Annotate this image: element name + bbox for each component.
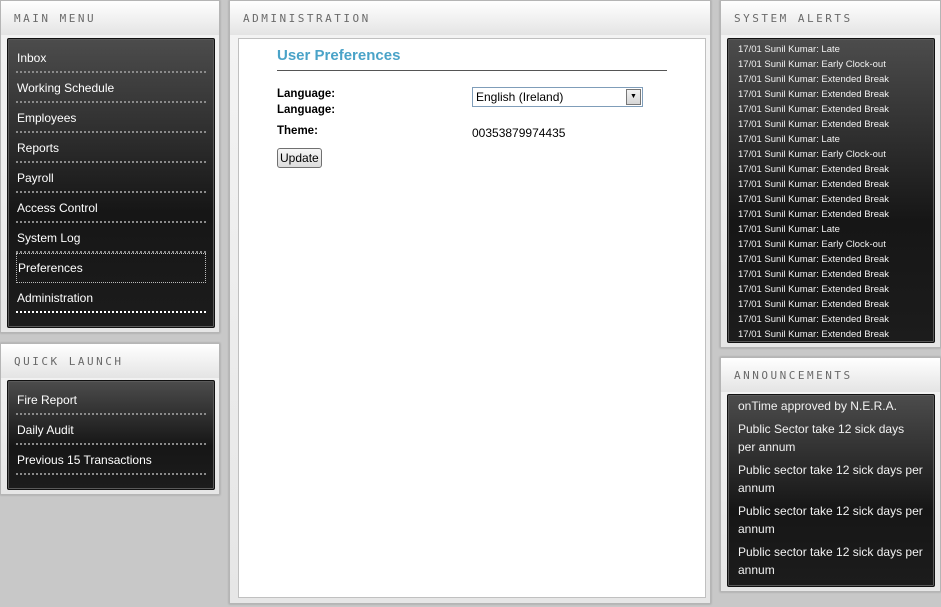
quick-launch-daily-audit[interactable]: Daily Audit	[16, 415, 206, 445]
menu-item-access-control[interactable]: Access Control	[16, 193, 206, 223]
alert-item: 17/01 Sunil Kumar: Extended Break	[738, 194, 890, 205]
menu-item-preferences[interactable]: Preferences	[16, 253, 206, 283]
quick-launch-panel: Quick Launch Fire Report Daily Audit Pre…	[0, 343, 220, 495]
main-menu-list: Inbox Working Schedule Employees Reports…	[8, 39, 214, 313]
alert-item: 17/01 Sunil Kumar: Early Clock-out	[738, 239, 886, 250]
administration-panel: Administration User Preferences Language…	[229, 0, 711, 604]
page-title: User Preferences	[277, 47, 401, 64]
alert-item: 17/01 Sunil Kumar: Extended Break	[738, 209, 890, 220]
menu-item-payroll[interactable]: Payroll	[16, 163, 206, 193]
main-menu-panel: Main Menu Inbox Working Schedule Employe…	[0, 0, 220, 333]
alert-item: 17/01 Sunil Kumar: Extended Break	[738, 269, 890, 280]
announcement-item: Public sector take 12 sick days per annu…	[738, 463, 923, 495]
quick-launch-previous-transactions[interactable]: Previous 15 Transactions	[16, 445, 206, 475]
alert-item: 17/01 Sunil Kumar: Late	[738, 44, 840, 55]
alert-item: 17/01 Sunil Kumar: Extended Break	[738, 179, 890, 190]
main-menu-box: Inbox Working Schedule Employees Reports…	[7, 38, 215, 328]
alert-item: 17/01 Sunil Kumar: Extended Break	[738, 104, 890, 115]
system-alerts-box: 17/01 Sunil Kumar: Late 17/01 Sunil Kumar…	[727, 38, 935, 343]
menu-item-employees[interactable]: Employees	[16, 103, 206, 133]
announcements-box: onTime approved by N.E.R.A. Public Sector…	[727, 394, 935, 587]
alert-item: 17/01 Sunil Kumar: Extended Break	[738, 284, 890, 295]
menu-item-administration[interactable]: Administration	[16, 283, 206, 313]
language-label: Language:	[277, 88, 336, 100]
alert-list: 17/01 Sunil Kumar: Late 17/01 Sunil Kumar…	[728, 39, 934, 342]
theme-label: Theme:	[277, 125, 318, 137]
menu-item-inbox[interactable]: Inbox	[16, 43, 206, 73]
announcement-item: onTime approved by N.E.R.A.	[738, 399, 897, 413]
alert-item: 17/01 Sunil Kumar: Late	[738, 134, 840, 145]
alert-item: 17/01 Sunil Kumar: Late	[738, 224, 840, 235]
menu-item-system-log[interactable]: System Log	[16, 223, 206, 253]
announcement-item: Public sector take 12 sick days per annu…	[738, 504, 923, 536]
language-label-secondary: Language:	[277, 104, 336, 116]
quick-launch-title: Quick Launch	[1, 344, 219, 378]
administration-title: Administration	[230, 1, 710, 35]
alert-item: 17/01 Sunil Kumar: Extended Break	[738, 299, 890, 310]
alert-item: 17/01 Sunil Kumar: Extended Break	[738, 89, 890, 100]
announcements-title: Announcements	[721, 358, 940, 392]
announcement-list: onTime approved by N.E.R.A. Public Sector…	[728, 395, 934, 579]
alert-item: 17/01 Sunil Kumar: Extended Break	[738, 254, 890, 265]
main-menu-title: Main Menu	[1, 1, 219, 35]
system-alerts-title: System Alerts	[721, 1, 940, 35]
announcement-item: Public sector take 12 sick days per annu…	[738, 545, 923, 577]
quick-launch-fire-report[interactable]: Fire Report	[16, 385, 206, 415]
system-alerts-panel: System Alerts 17/01 Sunil Kumar: Late 17/…	[720, 0, 941, 348]
menu-item-reports[interactable]: Reports	[16, 133, 206, 163]
announcement-item: Public Sector take 12 sick days per annu…	[738, 422, 905, 454]
alert-item: 17/01 Sunil Kumar: Extended Break	[738, 74, 890, 85]
alert-item: 17/01 Sunil Kumar: Extended Break	[738, 314, 890, 325]
update-button[interactable]: Update	[277, 148, 322, 168]
alert-item: 17/01 Sunil Kumar: Extended Break	[738, 119, 890, 130]
alert-item: 17/01 Sunil Kumar: Extended Break	[738, 329, 890, 340]
chevron-down-icon[interactable]: ▼	[626, 89, 641, 105]
theme-value: 00353879974435	[472, 126, 566, 140]
language-select-value: English (Ireland)	[476, 90, 564, 104]
quick-launch-box: Fire Report Daily Audit Previous 15 Tran…	[7, 380, 215, 490]
user-preferences-content: User Preferences Language: Language: Eng…	[238, 38, 706, 598]
title-divider	[277, 70, 667, 71]
language-select[interactable]: English (Ireland) ▼	[472, 87, 643, 107]
alert-item: 17/01 Sunil Kumar: Early Clock-out	[738, 59, 886, 70]
quick-launch-list: Fire Report Daily Audit Previous 15 Tran…	[8, 381, 214, 475]
announcements-panel: Announcements onTime approved by N.E.R.A…	[720, 357, 941, 592]
alert-item: 17/01 Sunil Kumar: Early Clock-out	[738, 149, 886, 160]
alert-item: 17/01 Sunil Kumar: Extended Break	[738, 164, 890, 175]
menu-item-working-schedule[interactable]: Working Schedule	[16, 73, 206, 103]
